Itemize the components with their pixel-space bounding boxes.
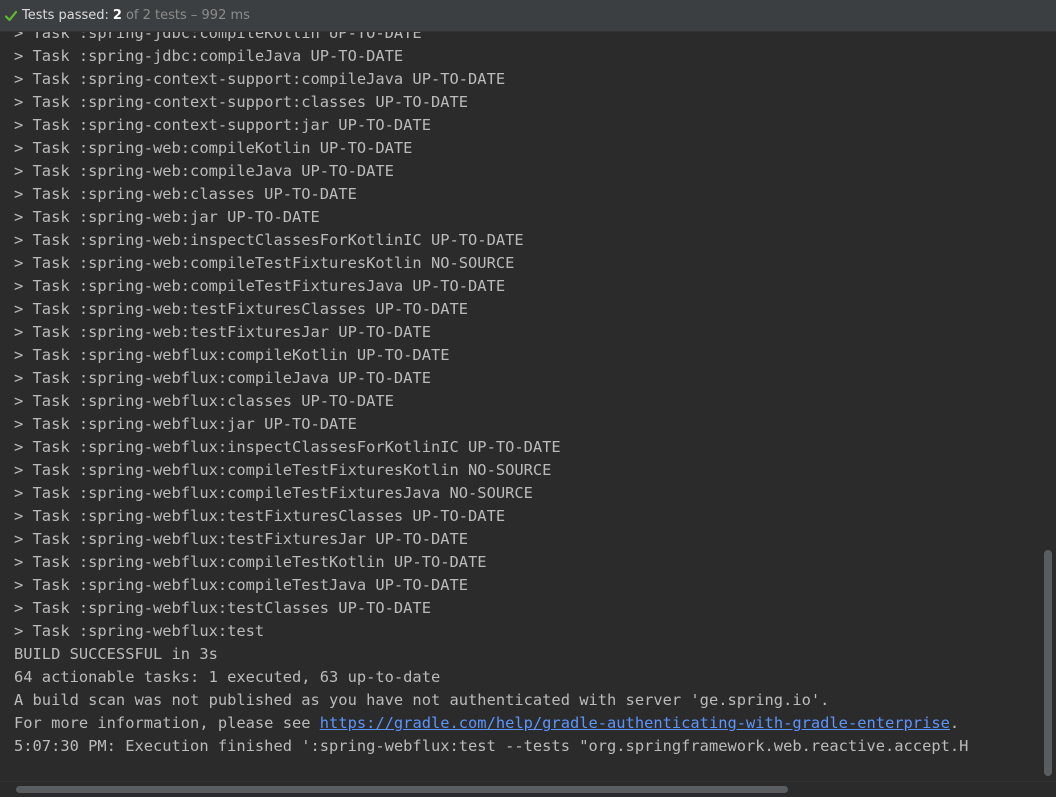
console-line: > Task :spring-web:compileTestFixturesJa…: [14, 277, 506, 295]
info-prefix: For more information, please see: [14, 714, 320, 732]
console-line: > Task :spring-webflux:compileTestFixtur…: [14, 484, 533, 502]
console-line: > Task :spring-web:compileTestFixturesKo…: [14, 254, 515, 272]
console-line: > Task :spring-web:compileJava UP-TO-DAT…: [14, 162, 394, 180]
console-line: > Task :spring-webflux:testFixturesClass…: [14, 507, 506, 525]
tests-summary: of 2 tests – 992 ms: [125, 8, 250, 23]
console-line: > Task :spring-context-support:classes U…: [14, 93, 469, 111]
console-line: > Task :spring-jdbc:compileJava UP-TO-DA…: [14, 47, 404, 65]
tests-passed-label: Tests passed:: [22, 8, 109, 23]
console-line: > Task :spring-web:jar UP-TO-DATE: [14, 208, 320, 226]
horizontal-scrollbar[interactable]: [0, 781, 1056, 797]
vertical-scrollbar[interactable]: [1041, 32, 1056, 781]
console-line-info: For more information, please see https:/…: [14, 712, 968, 735]
console-line: > Task :spring-webflux:compileJava UP-TO…: [14, 369, 431, 387]
check-icon: [4, 10, 18, 21]
console-line: > Task :spring-web:inspectClassesForKotl…: [14, 231, 524, 249]
console-line: > Task :spring-webflux:inspectClassesFor…: [14, 438, 561, 456]
console-line: > Task :spring-web:classes UP-TO-DATE: [14, 185, 357, 203]
console-line: BUILD SUCCESSFUL in 3s: [14, 645, 218, 663]
console-output[interactable]: > Task :spring-jdbc:compileKotlin UP-TO-…: [0, 32, 1041, 781]
console-lines: > Task :spring-jdbc:compileKotlin UP-TO-…: [14, 32, 968, 758]
console-line: > Task :spring-web:testFixturesClasses U…: [14, 300, 469, 318]
vertical-scrollbar-thumb[interactable]: [1044, 550, 1052, 776]
console-line: > Task :spring-context-support:compileJa…: [14, 70, 506, 88]
console-line: > Task :spring-webflux:testClasses UP-TO…: [14, 599, 431, 617]
console-line: > Task :spring-webflux:compileTestFixtur…: [14, 461, 552, 479]
console-line: > Task :spring-web:compileKotlin UP-TO-D…: [14, 139, 413, 157]
console-line: > Task :spring-webflux:testFixturesJar U…: [14, 530, 469, 548]
console-line-final: 5:07:30 PM: Execution finished ':spring-…: [14, 737, 969, 755]
horizontal-scrollbar-thumb[interactable]: [16, 786, 788, 793]
console-line: > Task :spring-context-support:jar UP-TO…: [14, 116, 431, 134]
console-line: > Task :spring-webflux:compileKotlin UP-…: [14, 346, 450, 364]
console-line: > Task :spring-jdbc:compileKotlin UP-TO-…: [14, 32, 422, 42]
console-line: > Task :spring-web:testFixturesJar UP-TO…: [14, 323, 431, 341]
test-status-bar: Tests passed: 2 of 2 tests – 992 ms: [0, 0, 1056, 32]
tests-passed-count: 2: [112, 8, 122, 23]
console-line: > Task :spring-webflux:test: [14, 622, 265, 640]
console-line: > Task :spring-webflux:compileTestJava U…: [14, 576, 469, 594]
console-line: > Task :spring-webflux:compileTestKotlin…: [14, 553, 487, 571]
console-line: > Task :spring-webflux:classes UP-TO-DAT…: [14, 392, 394, 410]
console-line: 64 actionable tasks: 1 executed, 63 up-t…: [14, 668, 441, 686]
console-line: > Task :spring-webflux:jar UP-TO-DATE: [14, 415, 357, 433]
info-suffix: .: [949, 714, 960, 732]
console-line: A build scan was not published as you ha…: [14, 691, 830, 709]
gradle-help-link[interactable]: https://gradle.com/help/gradle-authentic…: [320, 714, 950, 732]
